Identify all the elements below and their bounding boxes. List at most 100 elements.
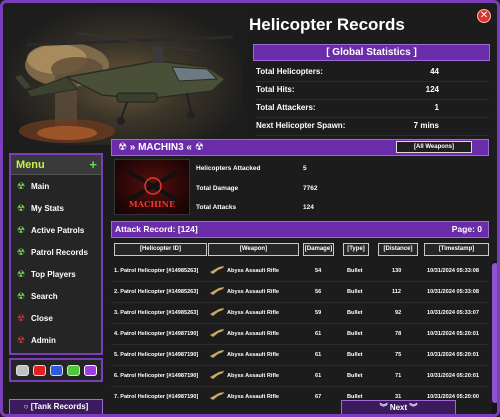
stat-label: Total Helicopters: [256, 67, 323, 76]
cell-timestamp: 10/31/2024 05:20:01 [427, 373, 479, 379]
helicopter-icon [15, 32, 234, 143]
cell-damage: 61 [315, 331, 322, 337]
stat-value: 124 [425, 85, 439, 94]
avatar-text: MACHINE [128, 199, 176, 209]
close-button[interactable]: ✕ [477, 9, 491, 23]
table-row[interactable]: 1. Patrol Helicopter [#14985263] Abyss A… [111, 261, 489, 282]
cell-distance: 130 [392, 268, 402, 274]
plus-icon[interactable]: + [89, 155, 97, 175]
radiation-icon: ☢ [17, 181, 26, 191]
cell-type: Bullet [347, 373, 363, 379]
column-header-damage[interactable]: [Damage] [303, 243, 334, 256]
menu-item-top-players[interactable]: ☢ Top Players [11, 263, 101, 285]
all-weapons-button[interactable]: [All Weapons] [396, 141, 472, 153]
cell-distance: 92 [395, 310, 402, 316]
global-statistics-header: [ Global Statistics ] [253, 44, 490, 61]
menu-panel: Menu + ☢ Main ☢ My Stats ☢ Active Patrol… [9, 153, 103, 355]
menu-item-admin[interactable]: ☢ Admin [11, 329, 101, 351]
page-indicator: Page: 0 [451, 224, 482, 234]
table-row[interactable]: 4. Patrol Helicopter [#14987190] Abyss A… [111, 324, 489, 345]
cell-weapon: Abyss Assault Rifle [227, 289, 280, 295]
swatch-green[interactable] [67, 365, 80, 376]
cell-weapon: Abyss Assault Rifle [227, 331, 280, 337]
table-row[interactable]: 2. Patrol Helicopter [#14985263] Abyss A… [111, 282, 489, 303]
rifle-icon [210, 350, 224, 358]
cell-type: Bullet [347, 331, 363, 337]
stat-row-total-helicopters: Total Helicopters: 44 [256, 64, 489, 82]
player-stat-label: Total Attacks [196, 204, 237, 211]
radiation-icon: ☢ [17, 203, 26, 213]
menu-item-label: Search [31, 292, 58, 301]
column-header-type[interactable]: [Type] [343, 243, 369, 256]
cell-type: Bullet [347, 289, 363, 295]
cell-distance: 112 [392, 289, 402, 295]
tank-records-button[interactable]: ○ [Tank Records] [9, 399, 103, 414]
menu-item-my-stats[interactable]: ☢ My Stats [11, 197, 101, 219]
stat-label: Total Attackers: [256, 103, 316, 112]
cell-timestamp: 10/31/2024 05:20:01 [427, 331, 479, 337]
player-header: ☢ » MACHIN3 « ☢ [All Weapons] [111, 139, 489, 156]
cell-weapon: Abyss Assault Rifle [227, 373, 280, 379]
stat-value: 44 [430, 67, 439, 76]
menu-item-label: My Stats [31, 204, 64, 213]
cell-helicopter-id: 4. Patrol Helicopter [#14987190] [114, 331, 199, 337]
swatch-red[interactable] [33, 365, 46, 376]
menu-title-label: Menu [16, 159, 45, 171]
menu-item-label: Top Players [31, 270, 76, 279]
swatch-purple[interactable] [84, 365, 97, 376]
radiation-icon: ☢ [17, 225, 26, 235]
player-stat-label: Total Damage [196, 185, 239, 192]
swatch-grey[interactable] [16, 365, 29, 376]
stat-label: Next Helicopter Spawn: [256, 121, 346, 130]
helicopter-records-window: Helicopter Records ✕ [ Global Statistics… [0, 0, 500, 417]
stat-value: 1 [434, 103, 439, 112]
menu-item-search[interactable]: ☢ Search [11, 285, 101, 307]
player-stat-helicopters-attacked: Helicopters Attacked 5 [196, 160, 366, 178]
cell-damage: 59 [315, 310, 322, 316]
player-stat-value: 7762 [303, 185, 318, 192]
cell-timestamp: 10/31/2024 05:20:01 [427, 352, 479, 358]
menu-item-label: Patrol Records [31, 248, 88, 257]
menu-item-close[interactable]: ☢ Close [11, 307, 101, 329]
radiation-icon: ☢ [17, 269, 26, 279]
radiation-icon: ☢ [17, 291, 26, 301]
table-row[interactable]: 5. Patrol Helicopter [#14987190] Abyss A… [111, 345, 489, 366]
player-stat-label: Helicopters Attacked [196, 165, 261, 172]
helicopter-artwork [7, 7, 243, 145]
next-page-button[interactable]: ︾ Next ︾ [341, 400, 456, 414]
cell-timestamp: 10/31/2024 05:33:08 [427, 289, 479, 295]
cell-type: Bullet [347, 310, 363, 316]
table-row[interactable]: 3. Patrol Helicopter [#14985263] Abyss A… [111, 303, 489, 324]
menu-item-active-patrols[interactable]: ☢ Active Patrols [11, 219, 101, 241]
cell-damage: 61 [315, 352, 322, 358]
attack-record-header: Attack Record: [124] Page: 0 [111, 221, 489, 238]
player-stat-total-attacks: Total Attacks 124 [196, 199, 366, 217]
cell-damage: 56 [315, 289, 322, 295]
table-scrollbar[interactable] [492, 261, 497, 414]
radiation-icon: ☢ [17, 313, 26, 323]
column-header-helicopter-id[interactable]: [Helicopter ID] [114, 243, 207, 256]
cell-distance: 78 [395, 331, 402, 337]
player-stat-total-damage: Total Damage 7762 [196, 180, 366, 198]
column-header-timestamp[interactable]: [Timestamp] [424, 243, 489, 256]
cell-damage: 61 [315, 373, 322, 379]
rifle-icon [210, 287, 224, 295]
menu-item-label: Close [31, 314, 53, 323]
cell-timestamp: 10/31/2024 05:33:08 [427, 268, 479, 274]
cell-weapon: Abyss Assault Rifle [227, 310, 280, 316]
player-name: ☢ » MACHIN3 « ☢ [118, 142, 204, 153]
stat-row-total-hits: Total Hits: 124 [256, 82, 489, 100]
rifle-icon [210, 371, 224, 379]
menu-item-label: Main [31, 182, 50, 191]
table-row[interactable]: 6. Patrol Helicopter [#14987190] Abyss A… [111, 366, 489, 387]
column-header-distance[interactable]: [Distance] [378, 243, 418, 256]
menu-item-patrol-records[interactable]: ☢ Patrol Records [11, 241, 101, 263]
cell-damage: 54 [315, 268, 322, 274]
swatch-blue[interactable] [50, 365, 63, 376]
scrollbar-thumb[interactable] [492, 263, 497, 403]
column-header-weapon[interactable]: [Weapon] [208, 243, 299, 256]
radiation-icon: ☢ [17, 247, 26, 257]
cell-timestamp: 10/31/2024 05:33:07 [427, 310, 479, 316]
menu-item-main[interactable]: ☢ Main [11, 175, 101, 197]
player-stat-value: 5 [303, 165, 307, 172]
